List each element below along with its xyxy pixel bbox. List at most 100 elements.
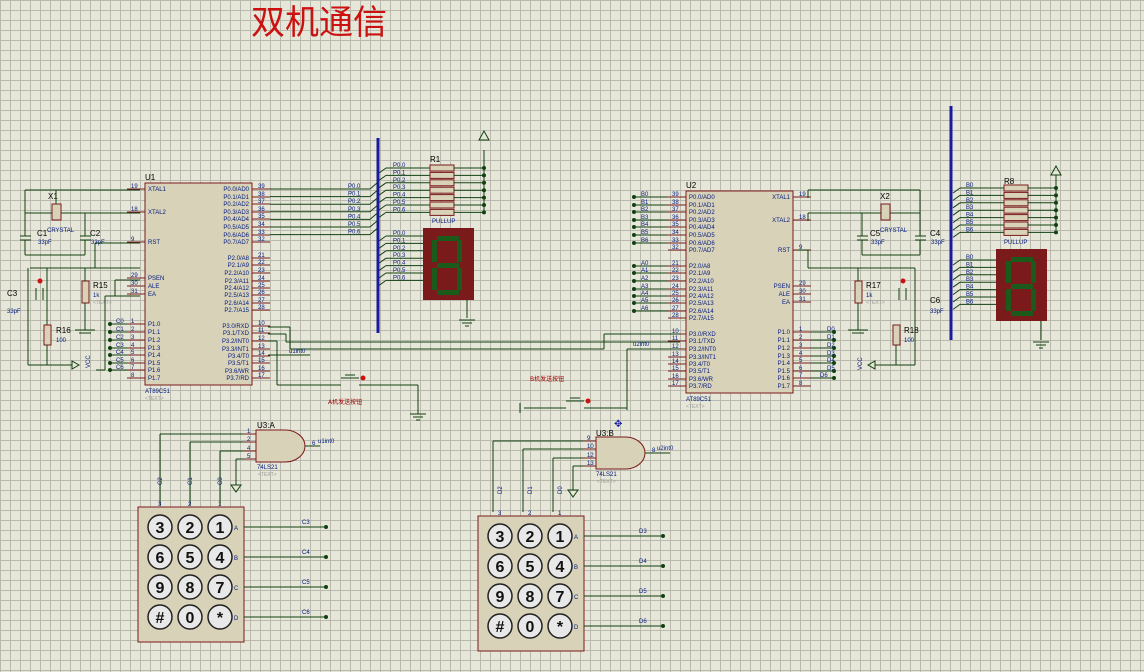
send-button-b[interactable]: B机发送按钮 ✥ [519,375,627,430]
r1-pullup: PULLUP [432,219,455,225]
c5-value: 33pF [871,240,885,246]
u2-p1-nets: D0 D1 D2 D3D4 D5D6 [811,327,836,380]
u2-pin-name: ALE [779,292,790,298]
u1-pin-name: P2.1/A9 [228,263,250,269]
x1-crystal: CRYSTAL [47,228,75,234]
keypad-key-label: 1 [216,520,225,537]
u2-pin-num: 36 [672,215,679,221]
r8-net: B0 [966,183,974,189]
u1-pin-num: 37 [258,199,265,205]
r17-text: <TEXT> [866,300,885,306]
u1-ref: U1 [145,173,156,182]
r17-value: 1k [866,293,873,299]
r8-net: B6 [966,227,974,233]
button-a-label: A机发送按钮 [328,398,362,406]
r8-net: B5 [966,220,974,226]
u1-p1-nets: C0C1C2C3C4C5C6 [108,319,127,372]
keypad-2[interactable]: 3D22D11D03 2 16 5 49 8 7# 0 *AD3BD4CD5DD6 [477,486,665,652]
serial-link: u1int0 u2int0 [268,326,680,410]
schematic-canvas[interactable]: 双机通信 U1 AT89C51 <TEXT> 19 XTAL118 XTAL29 RS… [0,0,1144,672]
u2-pin-name: P1.3 [778,354,791,360]
u2-pin-num: 28 [672,313,679,319]
u1-pin-name: P3.4/T0 [228,354,250,360]
microcontroller-u1[interactable]: U1 AT89C51 <TEXT> 19 XTAL118 XTAL29 RST29 PS… [127,173,270,402]
u2-p1-net: D6 [820,373,828,379]
u1-p0-net: P0.0 [348,184,361,190]
seg1-net: P0.0 [393,231,406,237]
u1-pin-name: P3.0/RXD [222,324,249,330]
r18-ref: R18 [904,326,919,335]
u1-pin-num: 14 [258,351,265,357]
keypad-row-net: D6 [639,619,647,625]
u2-pin-num: 25 [672,291,679,297]
c3-value: 33pF [7,309,21,315]
u1-pin-name: P2.5/A13 [224,293,249,299]
u2-pin-name: P3.2/INT0 [689,347,717,353]
crystal-x2[interactable]: X2 CRYSTAL C5 33pF C4 33pF [807,189,945,256]
gate-pin-num: 13 [587,461,594,467]
keypad-row-net: D3 [639,529,647,535]
u1-p0-net: P0.2 [348,199,361,205]
c5-ref: C5 [870,229,881,238]
seven-segment-display-1[interactable]: P0.0P0.1 P0.2P0.3 P0.4P0.5P0.6 [378,228,475,327]
u1-pin-num: 38 [258,192,265,198]
keypad-row-net: C6 [302,610,310,616]
u2-pin-name: P0.2/AD2 [689,210,715,216]
send-button-a[interactable]: A机发送按钮 [328,374,426,421]
u1-pin-name: EA [148,292,156,298]
u2-pin-num: 16 [672,374,679,380]
u2-pin-name: P1.6 [778,376,791,382]
crystal-x1[interactable]: X1 CRYSTAL C1 33pF C2 33pF [20,189,140,256]
keypad-row-label: A [234,526,238,532]
c4-value: 33pF [931,240,945,246]
u1-p0-net: P0.6 [348,230,361,236]
u1-pin-num: 39 [258,184,265,190]
u2-pin-num: 14 [672,359,679,365]
u2-pin-num: 29 [799,281,806,287]
u2-pin-name: PSEN [774,284,790,290]
u2-pin-name: P3.6/WR [689,377,714,383]
seg1-net: P0.3 [393,253,406,259]
reset-circuit-right[interactable]: R17 1k <TEXT> C6 33pF R18 100 VCC [798,249,944,370]
keypad-key-label: 7 [216,580,225,597]
u1-pin-num: 11 [258,328,265,334]
microcontroller-u2[interactable]: U2 AT89C51 <TEXT> 39 P0.0/AD0 38 P0.1/AD1 37… [668,181,811,410]
c1-ref: C1 [37,229,48,238]
and-gate-u3b[interactable]: U3:B 74LS21 <TEXT> 91012138 u2int0 [492,429,674,512]
u1-pin-name: P3.7/RD [226,376,249,382]
u2-pin-num: 31 [799,297,806,303]
u2-pin-name: P0.5/AD5 [689,233,715,239]
keypad-row-net: C5 [302,580,310,586]
r1-net: P0.3 [393,185,406,191]
keypad-col-net: D1 [528,486,534,494]
seven-segment-display-2[interactable]: B0B1 B2B3 B4B5B6 [952,249,1049,349]
keypad-row-label: C [234,586,239,592]
keypad-row-net: D5 [639,589,647,595]
seg1-net: P0.6 [393,275,406,281]
r16-value: 100 [56,338,67,344]
u1-pin-name: P1.4 [148,353,161,359]
r17-ref: R17 [866,281,881,290]
u1-pin-name: XTAL2 [148,210,167,216]
keypad-1[interactable]: 3C22C11C03 2 16 5 49 8 7# 0 *AC3BC4CC5DC6 [137,477,328,643]
keypad-key-label: 5 [186,550,195,567]
u1-pin-num: 23 [258,268,265,274]
u1-pin-name: P1.1 [148,330,161,336]
resistor-pack-r8[interactable]: R8 B0B1B2B3B4B5B6 PULLUP [952,164,1062,246]
u2-pin-name: P1.4 [778,361,791,367]
and-gate-u3a[interactable]: U3:A 74LS21 <TEXT> 12456 u1int0 [159,421,335,505]
resistor-pack-r1[interactable]: R1 P0.0P0.1 P0.2P0.3 P0.4P0.5P0.6 PULLUP [378,129,490,225]
keypad-key-label: 9 [496,589,505,606]
keypad-row-net: C3 [302,520,310,526]
r1-net: P0.2 [393,178,406,184]
u1-pin-num: 31 [131,289,138,295]
u1-pin-num: 36 [258,207,265,213]
keypad-key-label: # [156,610,165,627]
keypad-key-label: 5 [526,559,535,576]
keypad-key-label: 0 [186,610,195,627]
u2-pin-num: 23 [672,276,679,282]
keypad-key-label: 4 [556,559,565,576]
u1-pin-name: P2.0/A8 [228,256,250,262]
u2-ref: U2 [686,181,697,190]
r16-ref: R16 [56,326,71,335]
